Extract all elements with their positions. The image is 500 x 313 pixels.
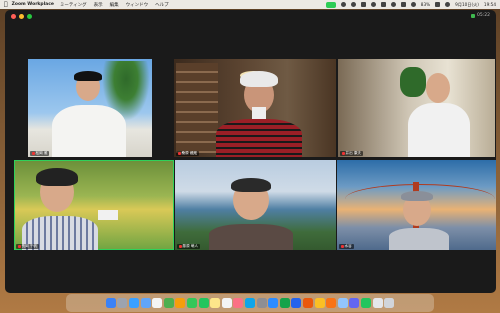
mic-muted-icon (18, 244, 21, 249)
shield-icon[interactable] (471, 13, 476, 18)
menu-bar:  Zoom Workplace ミーティング 表示 編集 ウィンドウ ヘルプ … (0, 0, 500, 9)
bookshelf (176, 63, 218, 153)
word-icon[interactable] (291, 298, 302, 308)
line-icon[interactable] (360, 298, 371, 308)
participant-name-label: 藤原 萌人 (177, 244, 201, 249)
finder-icon[interactable] (105, 298, 116, 308)
search-icon[interactable] (410, 2, 416, 7)
participant-name: 松岡 雅 (35, 151, 48, 155)
bluetooth-icon[interactable] (390, 2, 396, 7)
zoom-status-icon[interactable] (325, 1, 336, 8)
preview-icon[interactable] (337, 298, 348, 308)
menu-app-name[interactable]: Zoom Workplace (12, 2, 54, 7)
menubar-date[interactable]: 9月10日(火) (455, 2, 479, 8)
desktop:  Zoom Workplace ミーティング 表示 編集 ウィンドウ ヘルプ … (0, 0, 500, 313)
battery-percent: 83% (420, 2, 431, 7)
menu-item-help[interactable]: ヘルプ (155, 2, 169, 8)
dock (66, 294, 434, 312)
mic-muted-icon (32, 151, 35, 156)
participant-body (408, 103, 470, 157)
calendar-icon[interactable] (152, 298, 163, 308)
mic-muted-icon (342, 151, 345, 156)
apple-menu-icon[interactable]:  (4, 0, 8, 9)
line-status-icon[interactable] (350, 2, 356, 7)
trash-icon[interactable] (384, 298, 395, 308)
mic-muted-icon (178, 151, 181, 156)
wifi-icon[interactable] (400, 2, 406, 7)
menu-item-window[interactable]: ウィンドウ (126, 2, 149, 8)
sync-icon[interactable] (370, 2, 376, 7)
menubar-clock[interactable]: 19:54 (484, 2, 496, 7)
zoom-meeting-window: 05:22 松岡 雅 桑原 蔵蔵 井出 康夫 長岡 千帆 藤原 萌人 水谷 (5, 10, 496, 293)
appstore-icon[interactable] (245, 298, 255, 308)
safari-icon[interactable] (129, 298, 140, 308)
participant-body (52, 105, 126, 157)
control-center-icon[interactable] (445, 2, 451, 7)
photos-icon[interactable] (175, 298, 186, 308)
status-area: 83% 9月10日(火) 19:54 (325, 0, 496, 9)
white-hair (240, 71, 278, 87)
participant-name-label: 井出 康夫 (340, 151, 364, 156)
music-icon[interactable] (233, 298, 244, 308)
chrome-icon[interactable] (314, 298, 325, 308)
zoom-icon[interactable] (268, 298, 279, 308)
spotify-icon[interactable] (340, 2, 346, 7)
participant-name: 藤原 萌人 (182, 244, 199, 248)
grey-hair (401, 191, 433, 201)
teams-icon[interactable] (349, 298, 360, 308)
video-tile-5[interactable]: 藤原 萌人 (175, 160, 336, 250)
firefox-icon[interactable] (326, 298, 337, 308)
participant-name-label: 水谷 (339, 244, 354, 249)
cap (74, 71, 102, 81)
mic-muted-icon (179, 244, 182, 249)
participant-body (209, 224, 293, 250)
cloud-icon[interactable] (360, 2, 366, 7)
participant-face (426, 73, 450, 103)
participant-name: 井出 康夫 (345, 151, 362, 155)
minimize-window-button[interactable] (19, 14, 24, 19)
video-tile-4[interactable]: 長岡 千帆 (14, 160, 174, 250)
participant-name-label: 松岡 雅 (30, 151, 50, 156)
maximize-window-button[interactable] (27, 14, 32, 19)
menu-item-view[interactable]: 表示 (94, 2, 103, 8)
maps-icon[interactable] (163, 298, 174, 308)
plant (400, 67, 426, 97)
notes-icon[interactable] (210, 298, 221, 308)
video-tile-2[interactable]: 桑原 蔵蔵 (174, 59, 336, 157)
excel-icon[interactable] (279, 298, 290, 308)
mic-muted-icon (341, 244, 344, 249)
facetime-icon[interactable] (198, 298, 209, 308)
menu-item-meeting[interactable]: ミーティング (60, 2, 87, 8)
video-tile-1[interactable]: 松岡 雅 (28, 59, 152, 157)
participant-body (389, 228, 449, 250)
screen-icon[interactable] (380, 2, 386, 7)
meeting-timer: 05:22 (471, 13, 490, 18)
hair (36, 168, 78, 186)
reminders-icon[interactable] (221, 298, 232, 308)
powerpoint-icon[interactable] (302, 298, 313, 308)
launchpad-icon[interactable] (117, 298, 128, 308)
garden-bench (98, 210, 118, 220)
settings-icon[interactable] (256, 298, 267, 308)
messages-icon[interactable] (187, 298, 198, 308)
participant-name: 長岡 千帆 (21, 244, 38, 248)
battery-icon[interactable] (435, 2, 441, 7)
close-window-button[interactable] (11, 14, 16, 19)
textedit-icon[interactable] (372, 298, 383, 308)
meeting-elapsed: 05:22 (477, 13, 490, 18)
participant-name-label: 長岡 千帆 (16, 244, 40, 249)
participant-name: 桑原 蔵蔵 (181, 151, 198, 155)
window-titlebar (5, 10, 496, 23)
menu-item-edit[interactable]: 編集 (110, 2, 119, 8)
participant-body (216, 119, 302, 157)
video-tile-3[interactable]: 井出 康夫 (338, 59, 495, 157)
hair (231, 178, 271, 192)
video-tile-6[interactable]: 水谷 (337, 160, 496, 250)
participant-name: 水谷 (344, 244, 352, 248)
participant-name-label: 桑原 蔵蔵 (176, 151, 200, 156)
mail-icon[interactable] (140, 298, 151, 308)
